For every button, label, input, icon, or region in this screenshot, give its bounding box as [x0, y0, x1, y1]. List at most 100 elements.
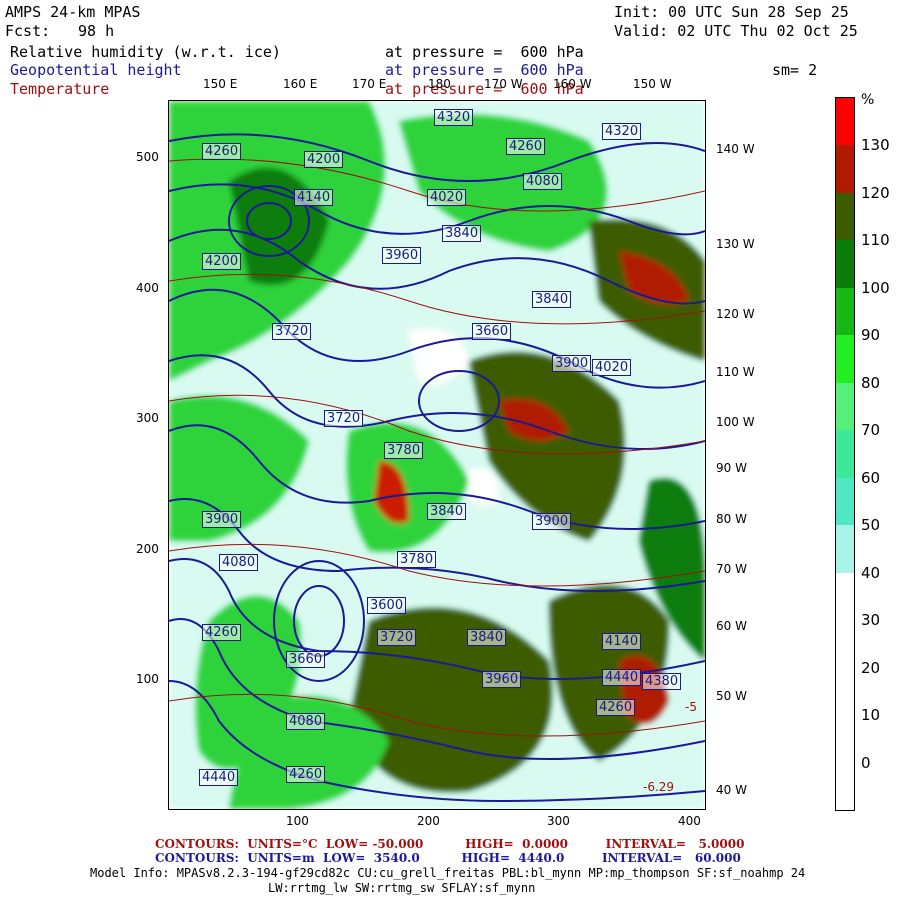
colorbar — [835, 97, 855, 811]
contour-label: 4260 — [596, 699, 636, 716]
colorbar-label: 90 — [861, 326, 881, 345]
x-tick-200: 200 — [417, 814, 440, 828]
lon-label-120w: 120 W — [716, 307, 755, 321]
y-tick-200: 200 — [136, 542, 159, 556]
colorbar-segment — [836, 715, 854, 764]
colorbar-label: 10 — [861, 706, 881, 725]
colorbar-segment — [836, 762, 854, 811]
colorbar-label: 20 — [861, 658, 881, 677]
lon-label-150e: 150 E — [203, 77, 238, 91]
lon-label-50w: 50 W — [716, 689, 747, 703]
lon-label-160e: 160 E — [283, 77, 318, 91]
colorbar-label: 100 — [861, 278, 890, 297]
lon-label-70w: 70 W — [716, 562, 747, 576]
contour-label: 3660 — [472, 323, 512, 340]
contour-label: 3960 — [482, 671, 522, 688]
colorbar-segment — [836, 145, 854, 194]
colorbar-label: 50 — [861, 516, 881, 535]
map-plot: 4320 4320 4260 4260 4140 4200 4080 4020 … — [168, 100, 706, 810]
contour-label: 4260 — [506, 138, 546, 155]
lon-label-40w: 40 W — [716, 783, 747, 797]
colorbar-segment — [836, 620, 854, 669]
model-physics: LW:rrtmg_lw SW:rrtmg_sw SFLAY:sf_mynn — [268, 881, 536, 895]
contour-label: 3660 — [286, 651, 326, 668]
colorbar-label: 30 — [861, 611, 881, 630]
colorbar-segment — [836, 240, 854, 289]
lon-label-150w: 150 W — [633, 77, 672, 91]
contour-label: 3960 — [382, 247, 422, 264]
contour-label: 3840 — [532, 291, 572, 308]
y-tick-100: 100 — [136, 672, 159, 686]
contour-label: 4260 — [286, 766, 326, 783]
colorbar-segment — [836, 572, 854, 621]
colorbar-segment — [836, 667, 854, 716]
lon-label-110w: 110 W — [716, 365, 755, 379]
valid-time: Valid: 02 UTC Thu 02 Oct 25 — [614, 22, 858, 40]
field-height-name: Geopotential height — [10, 61, 182, 79]
contour-label: 3720 — [377, 629, 417, 646]
colorbar-label: 120 — [861, 183, 890, 202]
contour-label: 3900 — [552, 355, 592, 372]
contour-label: 4020 — [592, 359, 632, 376]
colorbar-segment — [836, 382, 854, 431]
contour-label: 3900 — [532, 513, 572, 530]
colorbar-label: 40 — [861, 563, 881, 582]
lon-label-160w: 160 W — [553, 77, 592, 91]
init-time: Init: 00 UTC Sun 28 Sep 25 — [614, 3, 849, 21]
colorbar-segment — [836, 525, 854, 574]
contour-label: 4080 — [286, 713, 326, 730]
temp-contour-info: CONTOURS: UNITS=°C LOW= -50.000 HIGH= 0.… — [155, 837, 745, 851]
contour-label: 4080 — [523, 173, 563, 190]
colorbar-label: 0 — [861, 753, 871, 772]
temp-contour-value: -5 — [685, 700, 697, 714]
model-info: Model Info: MPASv8.2.3-194-gf29cd82c CU:… — [90, 866, 806, 880]
lon-label-60w: 60 W — [716, 619, 747, 633]
temp-extreme-value: -6.29 — [643, 780, 675, 794]
contour-label: 3720 — [272, 323, 312, 340]
y-tick-400: 400 — [136, 281, 159, 295]
lon-label-80w: 80 W — [716, 512, 747, 526]
contour-label: 3780 — [397, 551, 437, 568]
contour-label: 4200 — [304, 151, 344, 168]
lon-label-180: 180 — [428, 77, 451, 91]
contour-label: 4020 — [427, 189, 467, 206]
contour-label: 3840 — [467, 629, 507, 646]
contour-label: 4260 — [202, 624, 242, 641]
y-tick-500: 500 — [136, 150, 159, 164]
contour-label: 4440 — [602, 669, 642, 686]
colorbar-segment — [836, 430, 854, 479]
lon-label-130w: 130 W — [716, 237, 755, 251]
x-tick-300: 300 — [547, 814, 570, 828]
colorbar-label: 130 — [861, 136, 890, 155]
contour-label: 4200 — [202, 253, 242, 270]
colorbar-segment — [836, 98, 854, 146]
colorbar-label: 110 — [861, 231, 890, 250]
lon-label-100w: 100 W — [716, 415, 755, 429]
contour-label: 4380 — [642, 673, 682, 690]
colorbar-label: 80 — [861, 373, 881, 392]
contour-label: 3780 — [384, 442, 424, 459]
contour-label: 4320 — [602, 123, 642, 140]
x-tick-400: 400 — [678, 814, 701, 828]
smoothing-label: sm= 2 — [772, 61, 818, 79]
model-title: AMPS 24-km MPAS — [5, 3, 141, 21]
contour-label: 3840 — [442, 225, 482, 242]
field-temp-name: Temperature — [10, 80, 110, 98]
field-rh-level: at pressure = 600 hPa — [385, 43, 584, 61]
lon-label-170e: 170 E — [352, 77, 387, 91]
contour-label: 3720 — [324, 410, 364, 427]
lon-label-140w: 140 W — [716, 142, 755, 156]
colorbar-label: 60 — [861, 468, 881, 487]
x-tick-100: 100 — [286, 814, 309, 828]
contour-label: 4260 — [202, 143, 242, 160]
colorbar-segment — [836, 477, 854, 526]
contour-label: 3840 — [427, 503, 467, 520]
height-contour-info: CONTOURS: UNITS=m LOW= 3540.0 HIGH= 4440… — [155, 851, 741, 865]
colorbar-segment — [836, 287, 854, 336]
forecast-hour: 98 h — [78, 22, 115, 40]
contour-label: 3600 — [367, 597, 407, 614]
forecast-label: Fcst: — [5, 22, 51, 40]
colorbar-label: 70 — [861, 421, 881, 440]
colorbar-segment — [836, 192, 854, 241]
contour-label: 4140 — [602, 633, 642, 650]
